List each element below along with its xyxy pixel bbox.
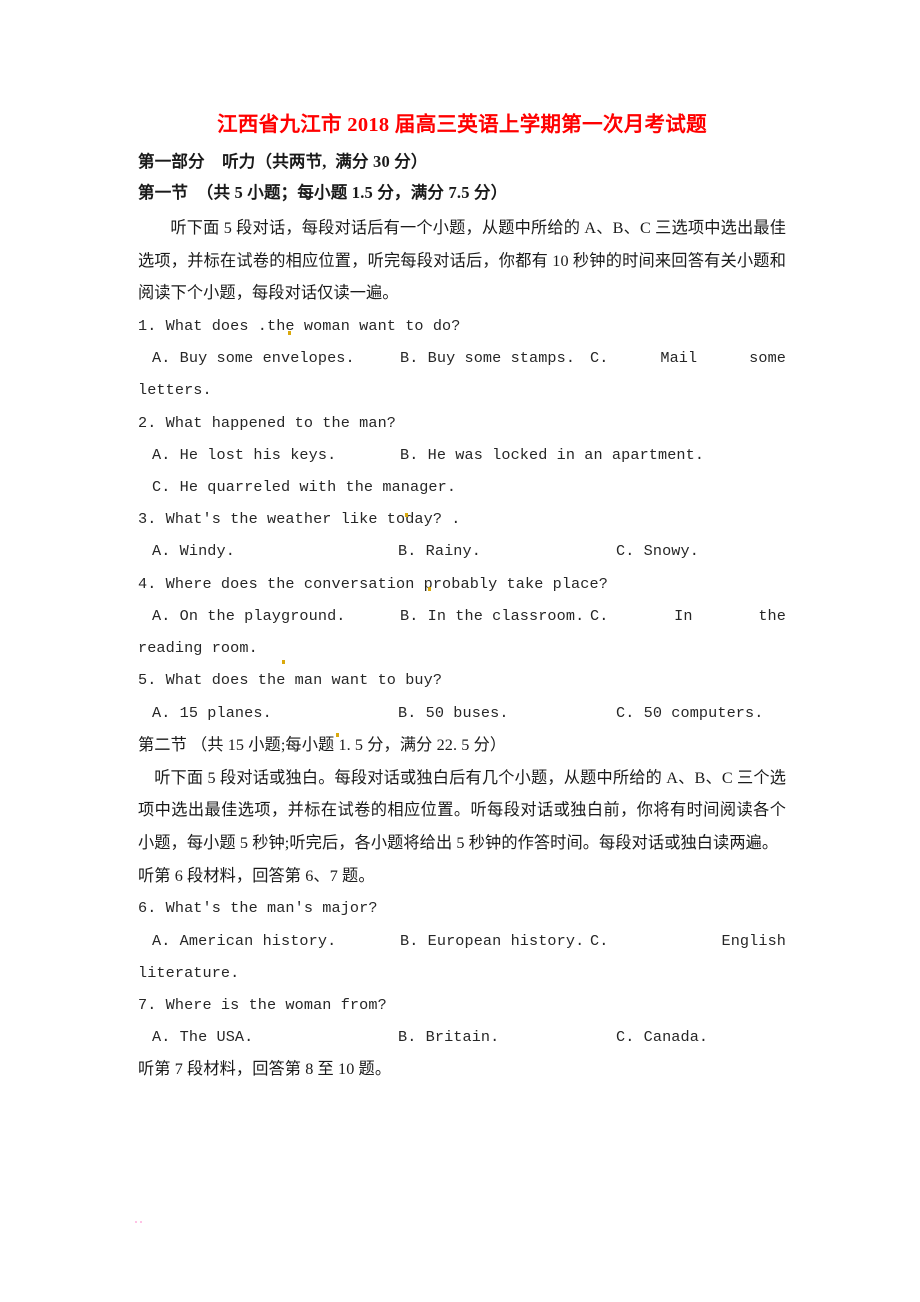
scan-speck-artifact (140, 1221, 142, 1223)
option-c-label: C. (590, 931, 609, 950)
section-two-directions: 听下面 5 段对话或独白。每段对话或独白后有几个小题，从题中所给的 A、B、C … (138, 768, 786, 852)
option-b[interactable]: B. He was locked in an apartment. (400, 439, 704, 471)
question-1-stem: 1. What does .the woman want to do? (138, 316, 461, 335)
option-c-word-2: the (758, 606, 786, 625)
question-6-options: A. American history. B. European history… (138, 925, 786, 957)
option-b[interactable]: B. Buy some stamps. (400, 342, 590, 374)
option-b[interactable]: B. European history. (400, 925, 590, 957)
option-c[interactable]: C. Mail some (590, 342, 786, 374)
option-b[interactable]: B. Britain. (398, 1021, 616, 1053)
material-cue-7: 听第 7 段材料，回答第 8 至 10 题。 (138, 1060, 392, 1079)
question-4-options: A. On the playground. B. In the classroo… (138, 600, 786, 632)
question-3-stem: 3. What's the weather like today? . (138, 510, 461, 529)
material-cue-6: 听第 6 段材料，回答第 6、7 题。 (138, 866, 375, 885)
option-b[interactable]: B. Rainy. (398, 535, 616, 567)
option-c[interactable]: C. English (590, 925, 786, 957)
option-a[interactable]: A. Buy some envelopes. (152, 342, 400, 374)
question-4-stem: 4. Where does the conversation probably … (138, 574, 608, 593)
option-a[interactable]: A. Windy. (152, 535, 398, 567)
question-5-options: A. 15 planes. B. 50 buses. C. 50 compute… (138, 697, 786, 729)
section-two-heading: 第二节 （共 15 小题;每小题 1. 5 分，满分 22. 5 分） (138, 735, 507, 754)
question-1-options: A. Buy some envelopes. B. Buy some stamp… (138, 342, 786, 374)
option-a[interactable]: A. 15 planes. (152, 697, 398, 729)
question-1-option-c-continuation: letters. (138, 381, 212, 400)
question-7-options: A. The USA. B. Britain. C. Canada. (138, 1021, 786, 1053)
section-one-directions: 听下面 5 段对话，每段对话后有一个小题，从题中所给的 A、B、C 三选项中选出… (138, 218, 786, 303)
option-a[interactable]: A. American history. (152, 925, 400, 957)
document-page: 江西省九江市 2018 届高三英语上学期第一次月考试题 第一部分 听力（共两节,… (0, 0, 920, 1302)
option-c[interactable]: C. 50 computers. (616, 697, 786, 729)
question-2-stem: 2. What happened to the man? (138, 413, 396, 432)
question-5-stem: 5. What does the man want to buy? (138, 671, 443, 690)
option-c-word-2: English (721, 931, 786, 950)
option-c[interactable]: C. He quarreled with the manager. (152, 471, 456, 503)
option-c-word-1: In (674, 606, 693, 625)
scan-speck-artifact (135, 1221, 137, 1223)
option-a[interactable]: A. On the playground. (152, 600, 400, 632)
page-title: 江西省九江市 2018 届高三英语上学期第一次月考试题 (217, 114, 707, 136)
part-one-heading: 第一部分 听力（共两节, 满分 30 分） (138, 151, 428, 171)
option-c-word-1: Mail (660, 349, 698, 368)
option-a[interactable]: A. He lost his keys. (152, 439, 400, 471)
question-6-stem: 6. What's the man's major? (138, 899, 378, 918)
question-7-stem: 7. Where is the woman from? (138, 996, 387, 1015)
option-c[interactable]: C. In the (590, 600, 786, 632)
question-6-option-c-continuation: literature. (138, 963, 240, 982)
question-3-options: A. Windy. B. Rainy. C. Snowy. (138, 535, 786, 567)
option-c-label: C. (590, 349, 609, 368)
question-4-option-c-continuation: reading room. (138, 639, 258, 658)
option-c-word-2: some (749, 349, 786, 368)
option-c[interactable]: C. Snowy. (616, 535, 786, 567)
question-2-options-row-2: C. He quarreled with the manager. (138, 471, 786, 503)
option-b[interactable]: B. In the classroom. (400, 600, 590, 632)
section-one-heading: 第一节 （共 5 小题；每小题 1.5 分，满分 7.5 分） (138, 183, 508, 203)
option-c[interactable]: C. Canada. (616, 1021, 786, 1053)
document-body: 江西省九江市 2018 届高三英语上学期第一次月考试题 第一部分 听力（共两节,… (138, 112, 786, 1086)
option-b[interactable]: B. 50 buses. (398, 697, 616, 729)
question-2-options-row-1: A. He lost his keys. B. He was locked in… (138, 439, 786, 471)
option-a[interactable]: A. The USA. (152, 1021, 398, 1053)
option-c-label: C. (590, 606, 609, 625)
